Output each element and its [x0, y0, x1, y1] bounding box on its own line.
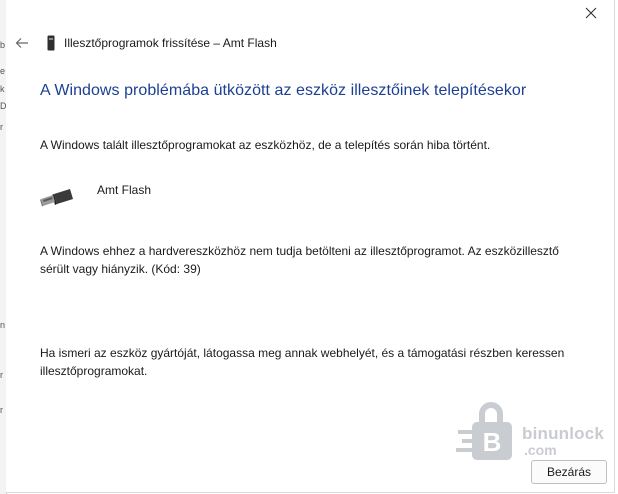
background-glyph: n [0, 320, 6, 330]
watermark-subtext: .com [524, 442, 557, 458]
background-glyph: k [0, 84, 5, 94]
background-glyph: e [0, 66, 6, 76]
background-glyph: r [0, 370, 3, 380]
usb-device-icon [40, 189, 73, 207]
device-icon [46, 34, 56, 52]
device-name: Amt Flash [97, 183, 152, 197]
help-message-line: Ha ismeri az eszköz gyártóját, látogassa… [40, 346, 565, 360]
error-message: A Windows ehhez a hardvereszközhöz nem t… [40, 242, 580, 278]
page-title: A Windows problémába ütközött az eszköz … [40, 82, 527, 99]
back-arrow-icon [15, 38, 28, 48]
close-button[interactable]: Bezárás [531, 460, 607, 484]
svg-text:B: B [483, 427, 502, 457]
help-message-line: illesztőprogramokat. [40, 364, 148, 378]
update-drivers-dialog: Illesztőprogramok frissítése – Amt Flash… [6, 0, 615, 493]
watermark-text: binunlock [522, 424, 605, 443]
help-message: Ha ismeri az eszköz gyártóját, látogassa… [40, 344, 580, 380]
background-glyph: b [0, 40, 6, 50]
error-message-line: sérült vagy hiányzik. (Kód: 39) [40, 262, 201, 276]
error-message-line: A Windows ehhez a hardvereszközhöz nem t… [40, 244, 559, 258]
device-row: Amt Flash [40, 182, 340, 212]
screen: b e k D r n r r Illesztőprogramok frissí… [0, 0, 618, 494]
window-title: Illesztőprogramok frissítése – Amt Flash [64, 36, 277, 50]
background-glyph: r [0, 405, 3, 415]
intro-text: A Windows talált illesztőprogramokat az … [40, 138, 491, 152]
watermark: B binunlock .com [456, 398, 616, 468]
close-icon [585, 7, 597, 19]
dialog-header: Illesztőprogramok frissítése – Amt Flash [6, 30, 277, 56]
back-button[interactable] [8, 31, 36, 55]
padlock-logo-icon: B [456, 402, 512, 460]
close-window-button[interactable] [576, 0, 606, 26]
background-glyph: r [0, 122, 3, 132]
